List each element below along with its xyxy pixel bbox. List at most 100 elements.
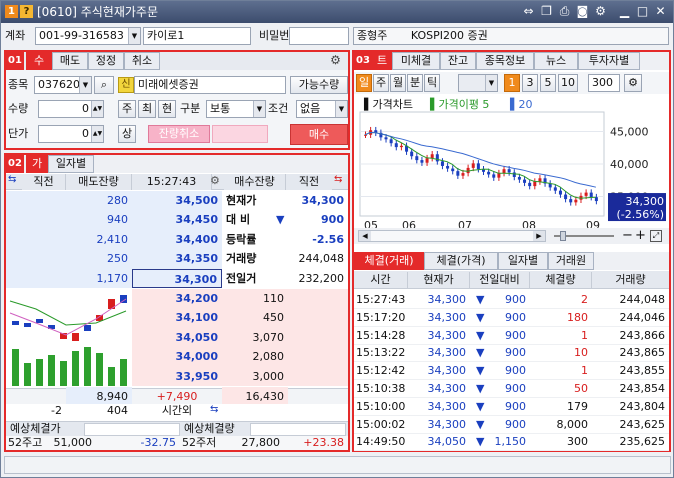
- tab-cancel[interactable]: 취소: [124, 52, 160, 70]
- right-swap-icon[interactable]: ⇆: [334, 174, 342, 185]
- tab-chart[interactable]: 트: [372, 52, 392, 70]
- y-tick-label: 45,000: [610, 126, 649, 139]
- order-settings-gear-icon[interactable]: ⚙: [328, 53, 343, 68]
- help-badge[interactable]: ?: [20, 5, 33, 18]
- week-button[interactable]: 주: [118, 100, 136, 118]
- header-time: 15:27:43: [132, 174, 212, 190]
- bid-price[interactable]: 34,100: [132, 308, 222, 327]
- period-week-button[interactable]: 주: [373, 74, 389, 92]
- ask-price[interactable]: 34,350: [132, 249, 222, 268]
- ask-price[interactable]: 34,450: [132, 210, 222, 229]
- left-swap-icon[interactable]: ⇆: [8, 174, 16, 185]
- trade-row[interactable]: 15:10:00 34,300 ▼ 900 179 243,804: [354, 398, 669, 416]
- link-icon[interactable]: ⇔: [521, 4, 536, 19]
- tab-quote[interactable]: 가: [26, 155, 48, 173]
- tab-stock-info[interactable]: 종목정보: [476, 52, 534, 70]
- tab-buy[interactable]: 수: [26, 52, 52, 70]
- bid-price[interactable]: 33,950: [132, 367, 222, 386]
- chart-settings-gear-icon[interactable]: ⚙: [624, 74, 642, 92]
- info-value: 244,048: [298, 252, 345, 266]
- qty-input[interactable]: 0 ▲▼: [38, 100, 104, 118]
- trade-row[interactable]: 15:10:38 34,300 ▼ 900 50 243,854: [354, 380, 669, 398]
- search-icon[interactable]: ⌕: [94, 76, 114, 94]
- period-minute-button[interactable]: 분: [407, 74, 423, 92]
- copy-icon[interactable]: ❐: [539, 4, 554, 19]
- mini-volume-bar: [24, 363, 31, 386]
- bid-price[interactable]: 34,200: [132, 289, 222, 308]
- zoom-slider-handle[interactable]: [560, 231, 566, 241]
- count-5-button[interactable]: 5: [540, 74, 556, 92]
- zoom-in-icon[interactable]: +: [635, 229, 646, 243]
- print-icon[interactable]: ⎙: [557, 4, 572, 19]
- buy-button[interactable]: 매수: [290, 124, 348, 145]
- scroll-right-icon[interactable]: ▶: [533, 231, 545, 241]
- current-button[interactable]: 현: [158, 100, 176, 118]
- trade-row[interactable]: 15:27:43 34,300 ▼ 900 2 244,048: [354, 291, 669, 309]
- chart-scrollbar[interactable]: ◀ ▶: [358, 230, 546, 242]
- tab-sell[interactable]: 매도: [52, 52, 88, 70]
- tab-daily[interactable]: 일자별: [48, 155, 94, 173]
- price-input[interactable]: 0 ▲▼: [38, 125, 104, 143]
- order-type-select[interactable]: 보통 ▼: [206, 100, 266, 118]
- quote-gear-icon[interactable]: ⚙: [210, 174, 220, 187]
- bid-price[interactable]: 34,000: [132, 347, 222, 366]
- tab-trade-by-price[interactable]: 체결(가격): [424, 252, 498, 270]
- period-day-button[interactable]: 일: [356, 74, 372, 92]
- tab-trade-daily[interactable]: 일자별: [498, 252, 548, 270]
- count-10-button[interactable]: 10: [558, 74, 578, 92]
- camera-icon[interactable]: ◙: [575, 4, 590, 19]
- count-3-button[interactable]: 3: [522, 74, 538, 92]
- code-input[interactable]: 037620 ▼: [34, 76, 92, 94]
- trade-qty: 10: [574, 346, 588, 360]
- tab-balance[interactable]: 잔고: [440, 52, 476, 70]
- trade-row[interactable]: 15:17:20 34,300 ▼ 900 180 244,046: [354, 309, 669, 327]
- title-bar[interactable]: 1 ? [0610] 주식현재가주문 ⇔ ❐ ⎙ ◙ ⚙ ▁ □ ✕: [1, 1, 673, 23]
- trade-row[interactable]: 15:00:02 34,300 ▼ 900 8,000 243,625: [354, 416, 669, 434]
- trade-row[interactable]: 14:49:50 34,050 ▼ 1,150 300 235,625: [354, 433, 669, 452]
- tab-news[interactable]: 뉴스: [534, 52, 578, 70]
- after-swap-icon[interactable]: ⇆: [210, 404, 218, 415]
- password-input[interactable]: [289, 27, 349, 45]
- cond-chevron-down-icon[interactable]: ▼: [335, 101, 347, 117]
- account-select[interactable]: 001-99-316583 ▼: [35, 27, 141, 45]
- mini-volume-bar: [84, 347, 91, 386]
- ask-price[interactable]: 34,300: [132, 268, 222, 288]
- max-button[interactable]: 최: [138, 100, 156, 118]
- maximize-icon[interactable]: □: [635, 4, 650, 19]
- tab-trade-broker[interactable]: 거래원: [548, 252, 594, 270]
- count-1-button[interactable]: 1: [504, 74, 520, 92]
- chevron-down-icon[interactable]: ▼: [128, 28, 140, 44]
- tab-investor[interactable]: 투자자별: [578, 52, 640, 70]
- period-tick-button[interactable]: 틱: [424, 74, 440, 92]
- qty-stepper-icon[interactable]: ▲▼: [91, 101, 103, 117]
- code-chevron-down-icon[interactable]: ▼: [79, 77, 91, 93]
- available-qty-button[interactable]: 가능수량: [290, 76, 348, 94]
- type-chevron-down-icon[interactable]: ▼: [253, 101, 265, 117]
- remain-cancel-button[interactable]: 잔량취소: [148, 125, 210, 143]
- ask-qty: 250: [107, 252, 128, 266]
- condition-select[interactable]: 없음 ▼: [296, 100, 348, 118]
- upper-limit-button[interactable]: 상: [118, 125, 136, 143]
- tab-trade-by-deal[interactable]: 체결(거래): [354, 252, 424, 270]
- count-input[interactable]: 300: [588, 74, 620, 92]
- scroll-left-icon[interactable]: ◀: [359, 231, 371, 241]
- close-icon[interactable]: ✕: [653, 4, 668, 19]
- title-badge-1[interactable]: 1: [5, 5, 18, 18]
- chart-expand-icon[interactable]: ⤢: [650, 230, 662, 242]
- trade-row[interactable]: 15:12:42 34,300 ▼ 900 1 243,855: [354, 362, 669, 381]
- ask-price[interactable]: 34,400: [132, 230, 222, 249]
- settings-gear-icon[interactable]: ⚙: [593, 4, 608, 19]
- interval-select[interactable]: ▼: [458, 74, 498, 92]
- ask-price[interactable]: 34,500: [132, 191, 222, 210]
- price-stepper-icon[interactable]: ▲▼: [91, 126, 103, 142]
- tab-unfilled[interactable]: 미체결: [392, 52, 440, 70]
- candle-body: [487, 171, 491, 175]
- minimize-icon[interactable]: ▁: [617, 4, 632, 19]
- bid-price[interactable]: 34,050: [132, 328, 222, 347]
- zoom-out-icon[interactable]: −: [622, 229, 633, 243]
- tab-modify[interactable]: 정정: [88, 52, 124, 70]
- interval-chevron-down-icon[interactable]: ▼: [485, 75, 497, 91]
- trade-row[interactable]: 15:13:22 34,300 ▼ 900 10 243,865: [354, 344, 669, 363]
- period-month-button[interactable]: 월: [390, 74, 406, 92]
- trade-row[interactable]: 15:14:28 34,300 ▼ 900 1 243,866: [354, 327, 669, 345]
